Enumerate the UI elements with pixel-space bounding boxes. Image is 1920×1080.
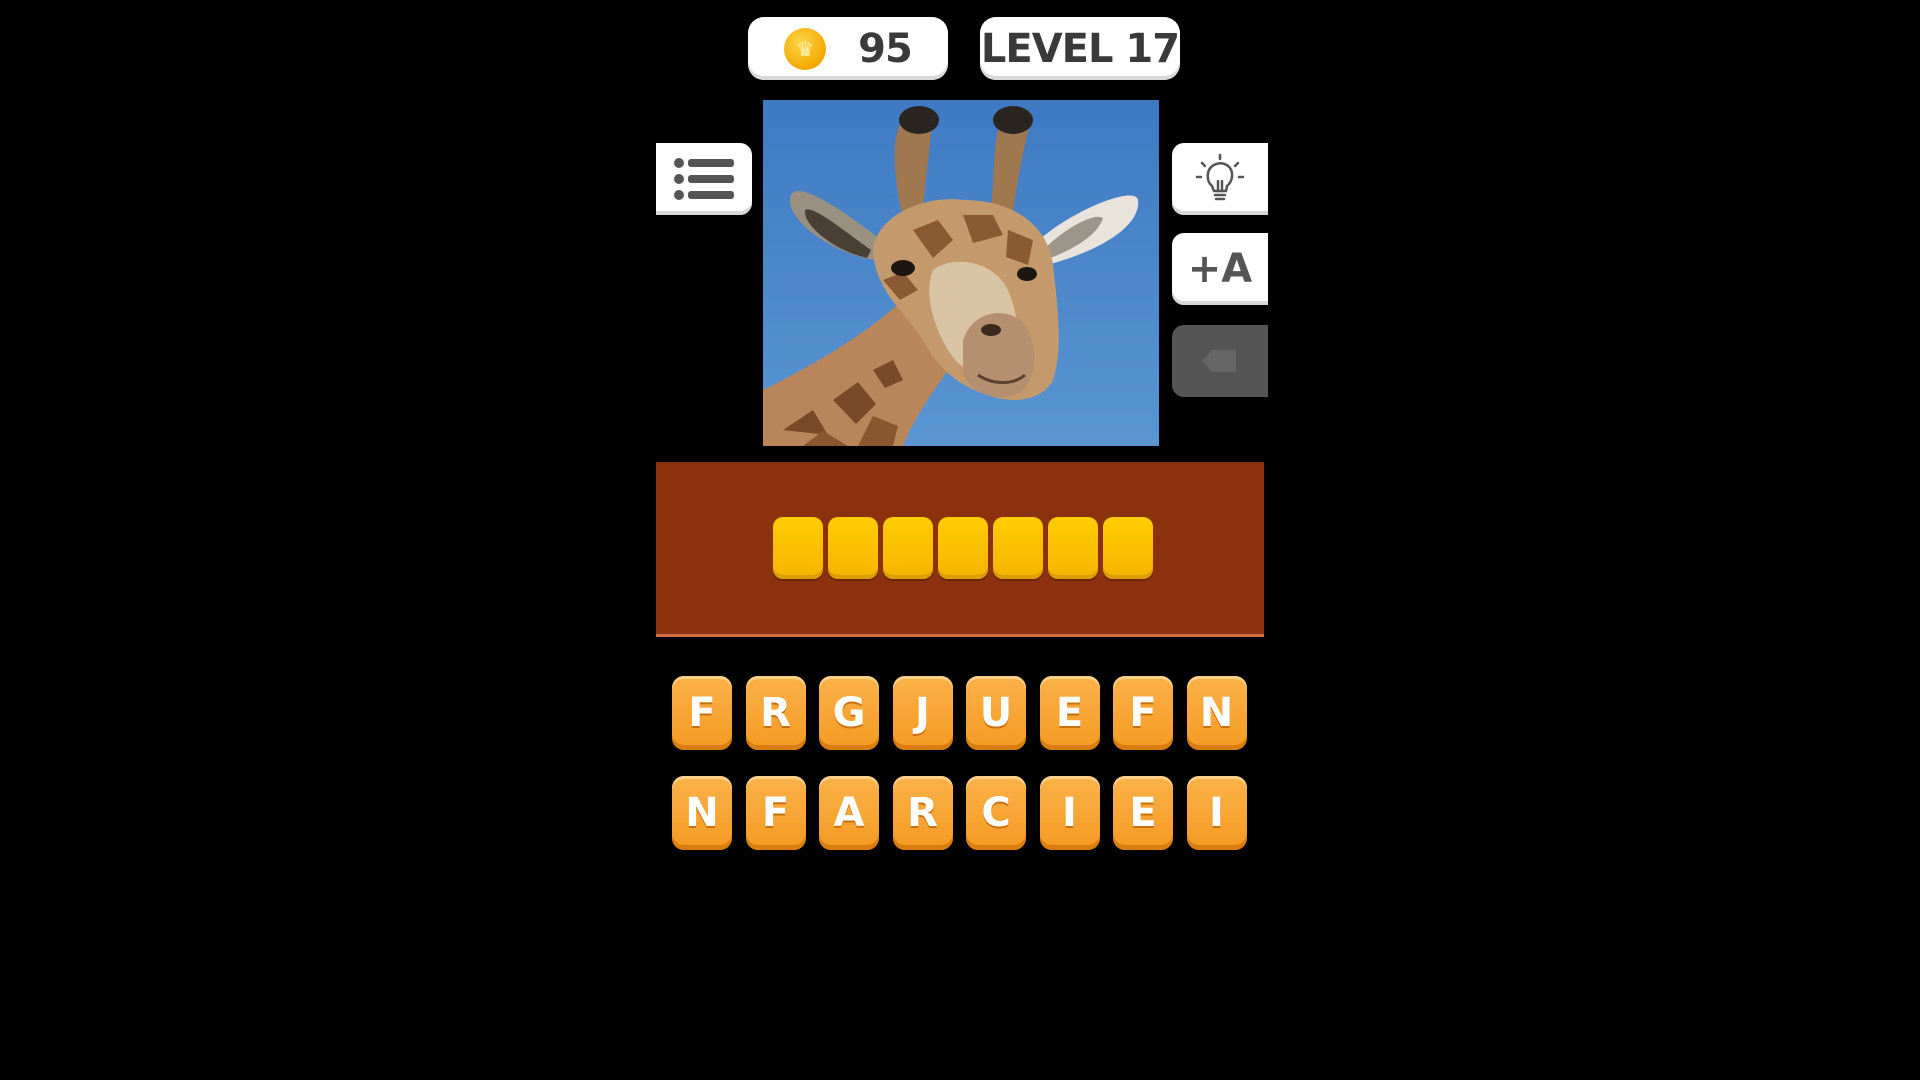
letter-tile[interactable]: J: [892, 676, 953, 750]
letter-tile[interactable]: F: [745, 776, 806, 850]
puzzle-image: [763, 100, 1159, 446]
answer-panel: [656, 462, 1264, 637]
letter-tile[interactable]: R: [892, 776, 953, 850]
coin-counter: ♛ 95: [748, 17, 948, 80]
giraffe-photo: [763, 100, 1159, 446]
letter-tile[interactable]: G: [819, 676, 879, 750]
answer-slot[interactable]: [773, 517, 823, 579]
lightbulb-icon: [1195, 153, 1245, 201]
remove-letter-button: [1172, 325, 1268, 397]
letter-tile[interactable]: A: [819, 776, 879, 850]
letter-tile[interactable]: R: [745, 676, 806, 750]
list-icon: [674, 158, 734, 200]
letter-tile[interactable]: E: [1039, 676, 1100, 750]
answer-slot[interactable]: [993, 517, 1043, 579]
letter-tile[interactable]: C: [966, 776, 1026, 850]
letter-tile[interactable]: I: [1186, 776, 1247, 850]
add-letter-button[interactable]: +A: [1172, 233, 1268, 305]
letter-tile[interactable]: N: [672, 776, 732, 850]
answer-slot[interactable]: [828, 517, 878, 579]
level-indicator: LEVEL 17: [980, 17, 1180, 80]
letter-tile[interactable]: U: [966, 676, 1026, 750]
menu-button[interactable]: [656, 143, 752, 215]
level-label: LEVEL 17: [980, 25, 1180, 72]
add-letter-label: +A: [1187, 246, 1253, 292]
answer-slots: [773, 517, 1153, 579]
letter-tile[interactable]: F: [672, 676, 732, 750]
answer-slot[interactable]: [1103, 517, 1153, 579]
remove-letter-icon: [1202, 350, 1236, 372]
answer-slot[interactable]: [883, 517, 933, 579]
coin-count: 95: [858, 25, 913, 72]
coin-icon: ♛: [784, 27, 827, 70]
answer-slot[interactable]: [1048, 517, 1098, 579]
letter-tile[interactable]: N: [1186, 676, 1247, 750]
letter-tile[interactable]: I: [1039, 776, 1100, 850]
hint-button[interactable]: [1172, 143, 1268, 215]
letter-row-2: N F A R C I E I: [672, 776, 1247, 850]
letter-tile[interactable]: F: [1113, 676, 1173, 750]
letter-row-1: F R G J U E F N: [672, 676, 1247, 750]
answer-slot[interactable]: [938, 517, 988, 579]
letter-tile[interactable]: E: [1113, 776, 1173, 850]
